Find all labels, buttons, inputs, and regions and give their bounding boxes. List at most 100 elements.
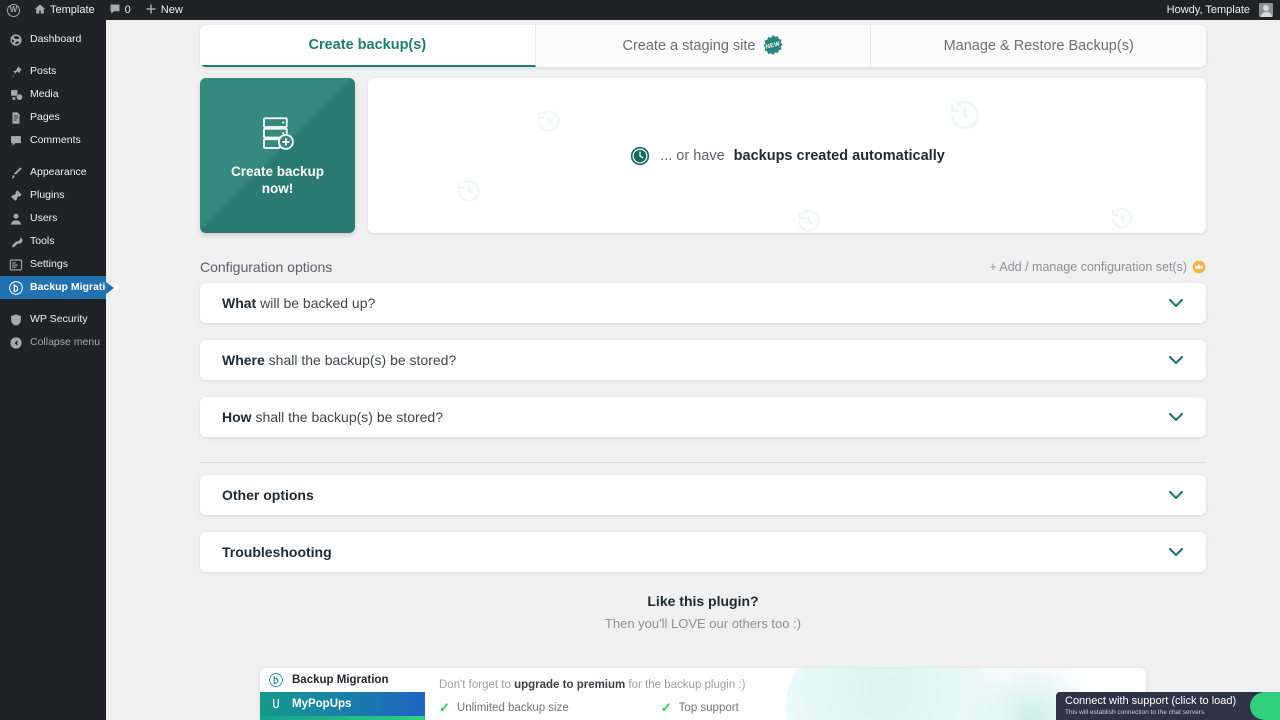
accordion-troubleshooting-bold: Troubleshooting [222, 544, 332, 560]
sidebar-item-tools[interactable]: Tools [0, 230, 106, 253]
wordpress-logo-icon [7, 3, 20, 17]
plus-icon [145, 3, 157, 18]
mypopups-icon [269, 697, 283, 711]
chevron-down-icon[interactable] [1168, 298, 1184, 308]
sidebar-item-posts[interactable]: Posts [0, 60, 106, 83]
sidebar-item-backup-migration[interactable]: Backup Migration [0, 276, 118, 299]
automatic-backups-message: ... or have backups created automaticall… [629, 145, 945, 167]
sidebar-item-plugins[interactable]: Plugins [0, 184, 106, 207]
sidebar-item-posts-label: Posts [30, 65, 57, 78]
sidebar-item-media[interactable]: Media [0, 83, 106, 106]
configuration-options-header: Configuration options + Add / manage con… [200, 259, 1206, 275]
sidebar-item-dashboard-label: Dashboard [30, 33, 82, 46]
comments-count: 0 [124, 4, 131, 16]
site-name-button[interactable]: Template [27, 0, 102, 20]
promo-feature-unlimited-backup-size: ✓ Unlimited backup size [439, 701, 569, 714]
admin-sidebar: Dashboard Posts Media Pages Comments Appearan… [0, 20, 118, 720]
sidebar-item-settings[interactable]: Settings [0, 253, 106, 276]
wp-admin-bar: Template 0 New Howdy, Template [0, 0, 1280, 20]
chevron-down-icon[interactable] [1168, 490, 1184, 500]
create-backup-now-label: Create backup now! [230, 164, 325, 196]
promo-plugin-copy-delete[interactable]: Copy & Delete [260, 716, 425, 720]
sidebar-item-wp-security-label: WP Security [30, 313, 88, 326]
automatic-backups-panel[interactable]: ... or have backups created automaticall… [368, 78, 1206, 233]
sidebar-item-comments[interactable]: Comments [0, 129, 106, 152]
accordion-other-options[interactable]: Other options [200, 475, 1206, 515]
like-plugin-section: Like this plugin? Then you'll LOVE our o… [200, 593, 1206, 631]
howdy-label: Howdy, Template [1166, 4, 1250, 16]
pin-icon [8, 64, 23, 79]
section-divider [200, 462, 1206, 463]
brush-icon [8, 165, 23, 180]
tab-create-staging-site[interactable]: Create a staging site NEW [535, 25, 872, 67]
chevron-down-icon[interactable] [1168, 412, 1184, 422]
new-badge-icon: NEW [762, 35, 784, 57]
promo-plugin-list: Backup Migration MyPopUps Copy & Delete [260, 668, 425, 720]
check-icon: ✓ [439, 700, 450, 715]
wordpress-logo-button[interactable] [0, 0, 27, 20]
site-name-label: Template [50, 4, 95, 16]
database-add-icon [257, 113, 299, 155]
sliders-icon [8, 257, 23, 272]
hero-row: Create backup now! ... or have backups c… [200, 78, 1206, 233]
media-icon [8, 87, 23, 102]
sidebar-item-media-label: Media [30, 88, 59, 101]
clock-rewind-watermark-icon [456, 178, 482, 204]
promo-feature-list: ✓ Unlimited backup size ✓ Top support [439, 701, 1146, 714]
plugin-tabs: Create backup(s) Create a staging site N… [200, 25, 1206, 67]
chevron-down-icon[interactable] [1168, 547, 1184, 557]
promo-plugin-backup-migration[interactable]: Backup Migration [260, 668, 425, 692]
backup-migration-icon [269, 673, 283, 687]
accordion-how[interactable]: How shall the backup(s) be stored? [200, 397, 1206, 437]
sidebar-item-comments-label: Comments [30, 134, 81, 147]
create-backup-now-button[interactable]: Create backup now! [200, 78, 355, 233]
check-icon: ✓ [660, 700, 672, 715]
comments-button[interactable]: 0 [102, 0, 138, 20]
sidebar-separator [0, 152, 106, 161]
add-manage-configuration-sets-link[interactable]: + Add / manage configuration set(s) [989, 260, 1206, 274]
clock-rewind-watermark-icon [1110, 206, 1134, 230]
sidebar-item-users[interactable]: Users [0, 207, 106, 230]
automatic-backups-text-prefix: ... or have [660, 147, 725, 164]
sidebar-item-plugins-label: Plugins [30, 189, 65, 202]
automatic-backups-text-bold: backups created automatically [733, 147, 945, 164]
sidebar-item-appearance[interactable]: Appearance [0, 161, 106, 184]
new-content-button[interactable]: New [138, 0, 190, 20]
accordion-what[interactable]: What will be backed up? [200, 283, 1206, 323]
tab-create-backups-label: Create backup(s) [308, 37, 427, 53]
chat-bubble-icon [1250, 692, 1280, 720]
main-content: Create backup(s) Create a staging site N… [106, 20, 1280, 720]
chevron-down-icon[interactable] [1168, 355, 1184, 365]
plugin-promo-card: Backup Migration MyPopUps Copy & Delete … [260, 668, 1146, 720]
sidebar-separator [0, 299, 106, 308]
promo-body: Don't forget to upgrade to premium for t… [425, 668, 1146, 720]
page-icon [8, 110, 23, 125]
tab-manage-restore-backups[interactable]: Manage & Restore Backup(s) [871, 25, 1206, 67]
accordion-troubleshooting[interactable]: Troubleshooting [200, 532, 1206, 572]
sidebar-item-wp-security[interactable]: WP Security [0, 308, 106, 331]
shield-icon [8, 312, 23, 327]
accordion-what-bold: What [222, 295, 257, 311]
configuration-options-title: Configuration options [200, 259, 333, 275]
comment-icon [109, 3, 121, 18]
comment-icon [8, 133, 23, 148]
sidebar-item-dashboard[interactable]: Dashboard [0, 28, 106, 51]
promo-plugin-mypopups[interactable]: MyPopUps [260, 692, 425, 716]
add-manage-configuration-sets-label: + Add / manage configuration set(s) [989, 260, 1187, 274]
sidebar-item-pages[interactable]: Pages [0, 106, 106, 129]
tab-manage-restore-backups-label: Manage & Restore Backup(s) [943, 38, 1134, 54]
sidebar-item-tools-label: Tools [30, 235, 55, 248]
accordion-how-bold: How [222, 409, 252, 425]
tab-create-staging-site-label: Create a staging site [622, 38, 756, 54]
promo-upgrade-bold[interactable]: upgrade to premium [514, 679, 625, 691]
like-plugin-subtitle: Then you'll LOVE our others too :) [604, 616, 802, 631]
sidebar-item-collapse-menu[interactable]: Collapse menu [0, 331, 106, 354]
support-chat-title: Connect with support (click to load) [1065, 695, 1237, 707]
tab-create-backups[interactable]: Create backup(s) [200, 25, 536, 67]
plug-icon [8, 188, 23, 203]
account-menu[interactable]: Howdy, Template [1160, 0, 1280, 20]
accordion-other-options-bold: Other options [222, 487, 314, 503]
support-chat-widget[interactable]: Connect with support (click to load) Thi… [1056, 692, 1280, 720]
promo-feature-top-support-label: Top support [678, 701, 739, 714]
accordion-where[interactable]: Where shall the backup(s) be stored? [200, 340, 1206, 380]
